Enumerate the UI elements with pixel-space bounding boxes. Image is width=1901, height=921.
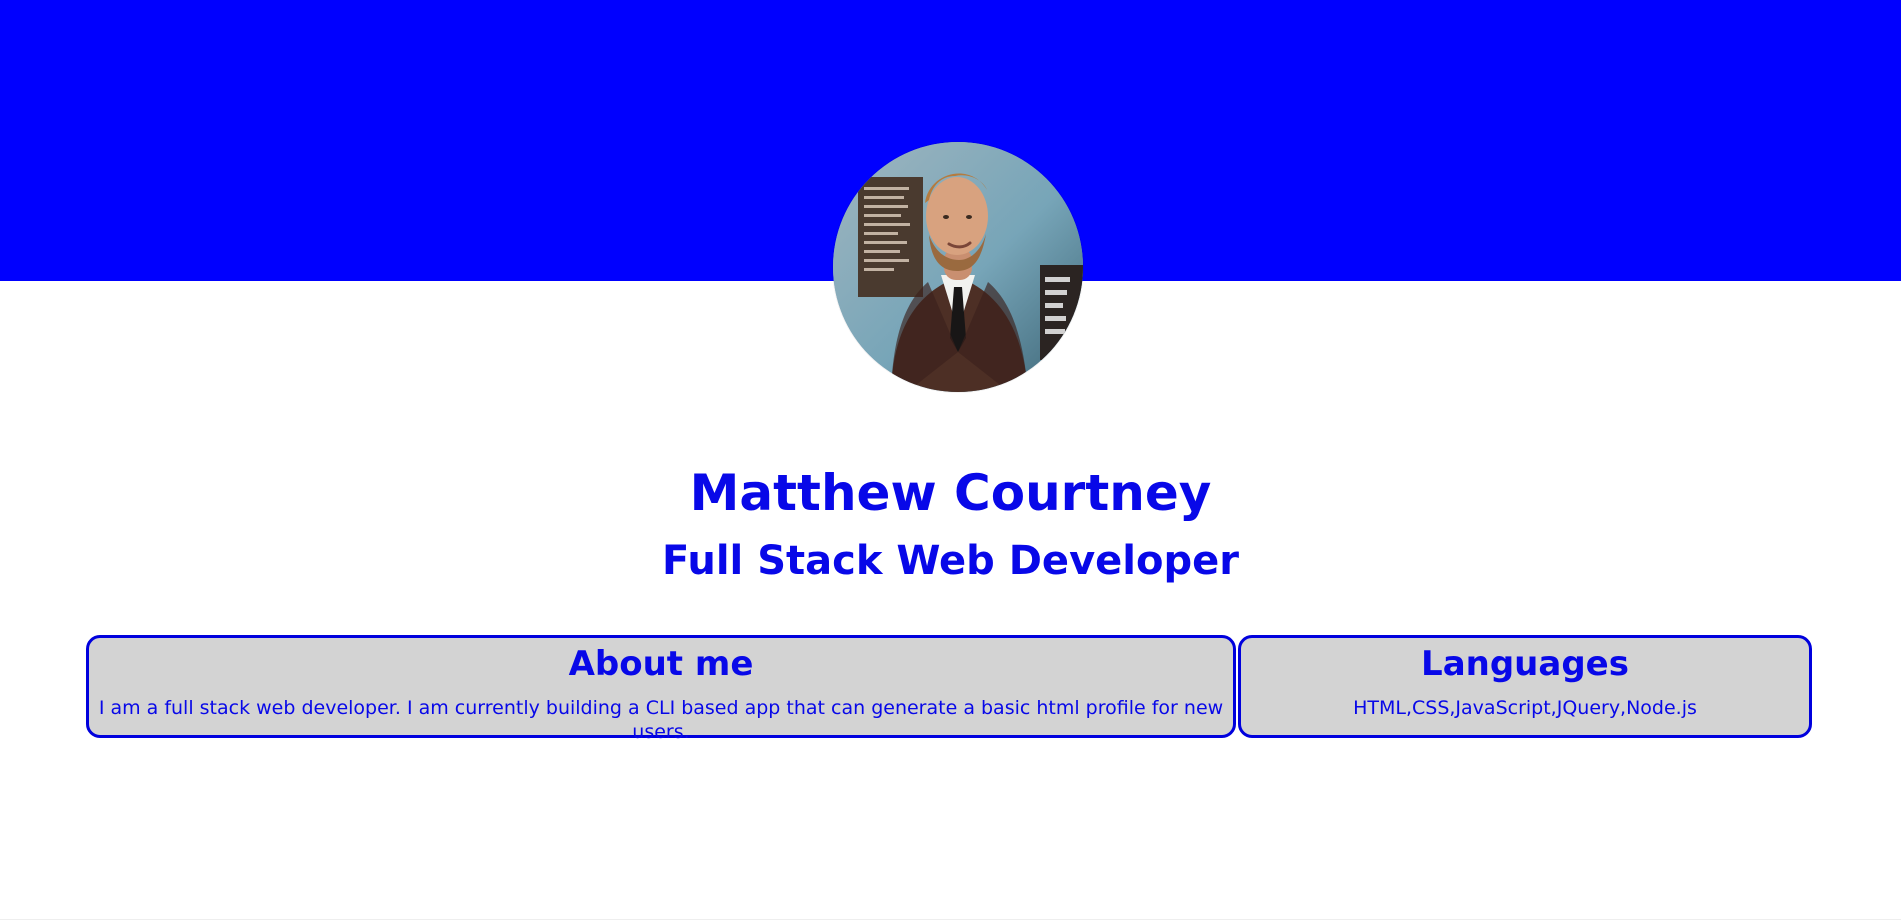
about-card: About me I am a full stack web developer… [86, 635, 1236, 743]
languages-heading: Languages [1421, 644, 1629, 684]
about-heading: About me [568, 644, 754, 684]
bottom-divider [0, 919, 1901, 920]
languages-card: Languages HTML,CSS,JavaScript,JQuery,Nod… [1238, 635, 1812, 738]
profile-role: Full Stack Web Developer [662, 538, 1239, 584]
profile-photo [833, 142, 1083, 392]
profile-name: Matthew Courtney [689, 464, 1212, 522]
profile-page: Matthew Courtney Full Stack Web Develope… [0, 0, 1901, 921]
languages-text: HTML,CSS,JavaScript,JQuery,Node.js [1353, 697, 1697, 719]
about-text: I am a full stack web developer. I am cu… [98, 697, 1224, 743]
